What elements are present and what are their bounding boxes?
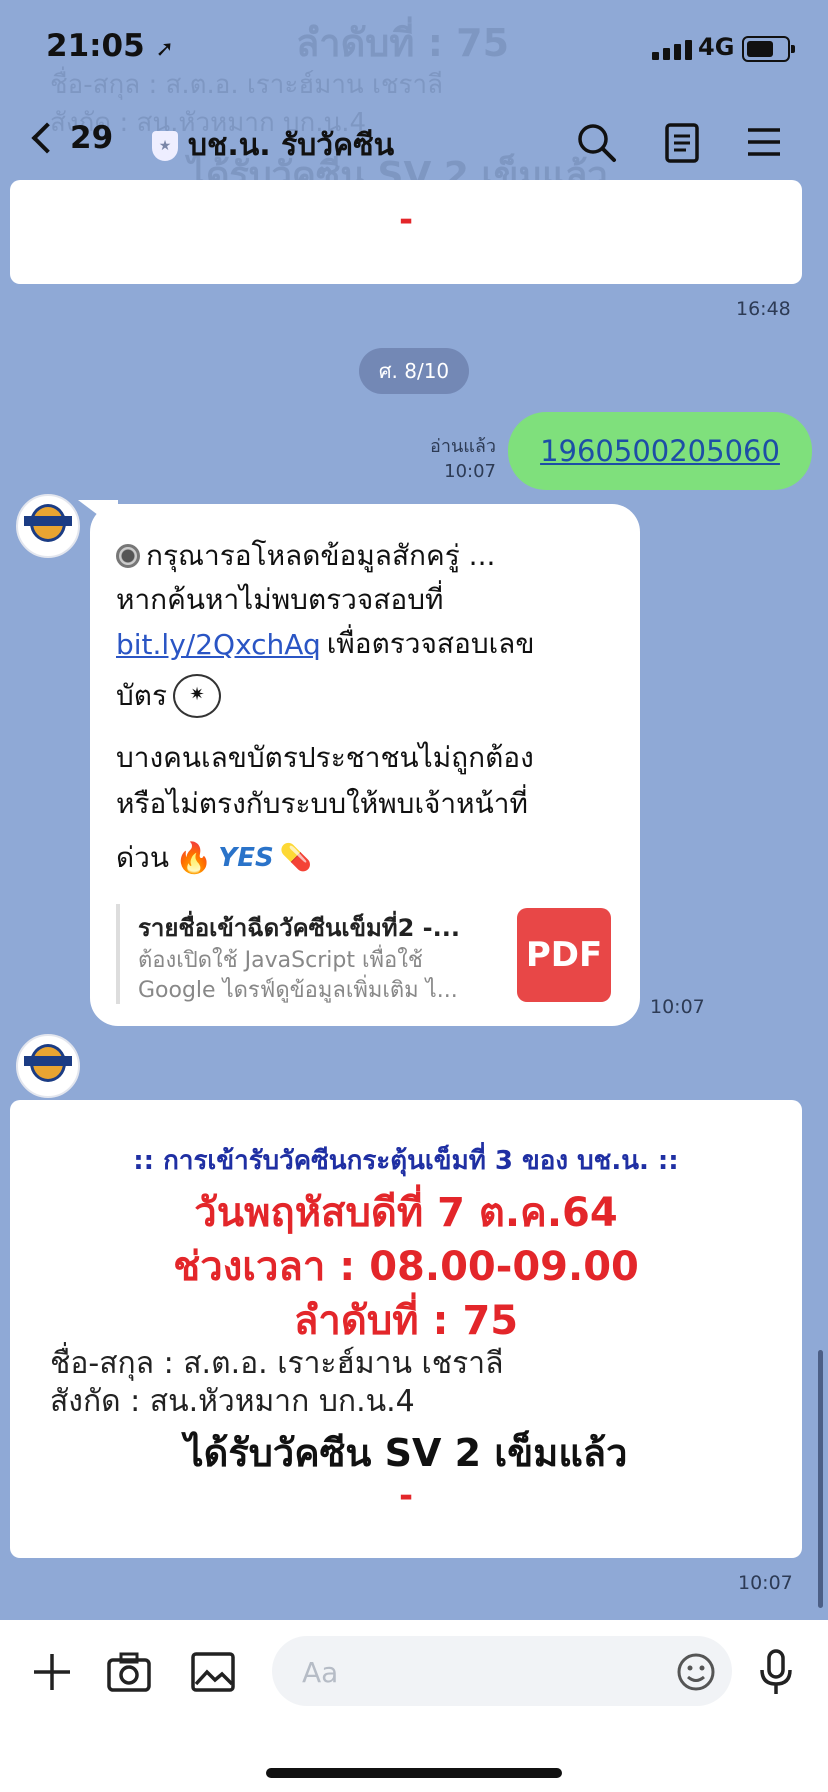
camera-icon[interactable] xyxy=(106,1650,152,1694)
message-time: 10:07 xyxy=(738,1572,793,1594)
date-separator: ศ. 8/10 xyxy=(359,348,469,394)
back-button[interactable]: 29 xyxy=(31,120,114,156)
message-line: bit.ly/2QxchAq เพื่อตรวจสอบเลข xyxy=(116,627,535,661)
bunny-emoji-icon: ✷ xyxy=(173,674,221,718)
battery-icon xyxy=(742,36,795,62)
clock: 21:05 ➚ xyxy=(46,28,174,64)
message-line: หรือไม่ตรงกับระบบให้พบเจ้าหน้าที่ xyxy=(116,787,528,820)
search-icon[interactable] xyxy=(574,120,618,164)
message-line: บัตร ✷ xyxy=(116,674,221,718)
message-line: ด่วน 🔥 YES 💊 xyxy=(116,840,313,876)
outgoing-bubble[interactable]: 1960500205060 xyxy=(508,412,812,490)
scrollbar[interactable] xyxy=(818,1350,823,1608)
network-type: 4G xyxy=(698,33,735,61)
input-placeholder: Aa xyxy=(302,1656,339,1689)
plus-icon[interactable] xyxy=(30,1650,74,1694)
vaccine-status: ได้รับวัคซีน SV 2 เข็มแล้ว xyxy=(184,1431,628,1475)
message-time: 16:48 xyxy=(736,298,791,320)
menu-icon[interactable] xyxy=(742,120,786,164)
read-label: อ่านแล้ว xyxy=(430,436,496,457)
card-dash: - xyxy=(398,200,414,240)
yes-emoji: YES xyxy=(218,843,274,873)
avatar[interactable] xyxy=(16,1034,80,1098)
person-unit: สังกัด : สน.หัวหมาก บก.น.4 xyxy=(50,1384,415,1419)
microphone-icon[interactable] xyxy=(756,1648,796,1698)
signal-icon xyxy=(652,40,692,60)
avatar[interactable] xyxy=(16,494,80,558)
vaccine-appointment-card[interactable]: :: การเข้ารับวัคซีนกระตุ้นเข็มที่ 3 ของ … xyxy=(10,1100,802,1558)
incoming-bubble[interactable]: กรุณารอโหลดข้อมูลสักครู่ ... หากค้นหาไม่… xyxy=(90,504,640,1026)
emoji-icon[interactable] xyxy=(676,1652,716,1692)
message-composer: Aa xyxy=(0,1620,828,1792)
card-heading: :: การเข้ารับวัคซีนกระตุ้นเข็มที่ 3 ของ … xyxy=(133,1146,679,1176)
outgoing-time: 10:07 xyxy=(444,461,496,482)
preview-description: Google ไดรฟ์ดูข้อมูลเพิ่มเติม ไ... xyxy=(138,978,458,1003)
location-arrow-icon: ➚ xyxy=(155,37,174,62)
message-line: หากค้นหาไม่พบตรวจสอบที่ xyxy=(116,583,444,616)
official-shield-icon: ★ xyxy=(152,130,178,161)
image-icon[interactable] xyxy=(190,1650,236,1694)
outgoing-text[interactable]: 1960500205060 xyxy=(540,434,780,468)
ghost-name: ชื่อ-สกุล : ส.ต.อ. เราะฮ์มาน เชราลี xyxy=(50,70,443,100)
message-line: กรุณารอโหลดข้อมูลสักครู่ ... xyxy=(116,534,495,578)
pill-emoji-icon: 💊 xyxy=(279,843,313,873)
previous-vaccine-card: - xyxy=(10,180,802,284)
fire-emoji-icon: 🔥 xyxy=(175,840,213,876)
pdf-icon[interactable]: PDF xyxy=(517,908,611,1002)
read-receipt: อ่านแล้ว 10:07 xyxy=(400,434,496,484)
message-time: 10:07 xyxy=(650,996,705,1018)
card-dash: - xyxy=(398,1476,414,1516)
short-link[interactable]: bit.ly/2QxchAq xyxy=(116,628,321,661)
chevron-left-icon xyxy=(31,122,63,154)
chat-title-text: บช.น. รับวัคซีน xyxy=(188,128,395,163)
chat-title[interactable]: ★ บช.น. รับวัคซีน xyxy=(152,122,394,169)
unread-count: 29 xyxy=(70,120,114,156)
chat-header: 29 ★ บช.น. รับวัคซีน xyxy=(0,100,828,180)
radio-icon xyxy=(116,544,140,568)
home-indicator[interactable] xyxy=(266,1768,562,1778)
message-line: บางคนเลขบัตรประชาชนไม่ถูกต้อง xyxy=(116,741,534,774)
message-input[interactable]: Aa xyxy=(272,1636,732,1706)
notes-icon[interactable] xyxy=(660,120,704,164)
